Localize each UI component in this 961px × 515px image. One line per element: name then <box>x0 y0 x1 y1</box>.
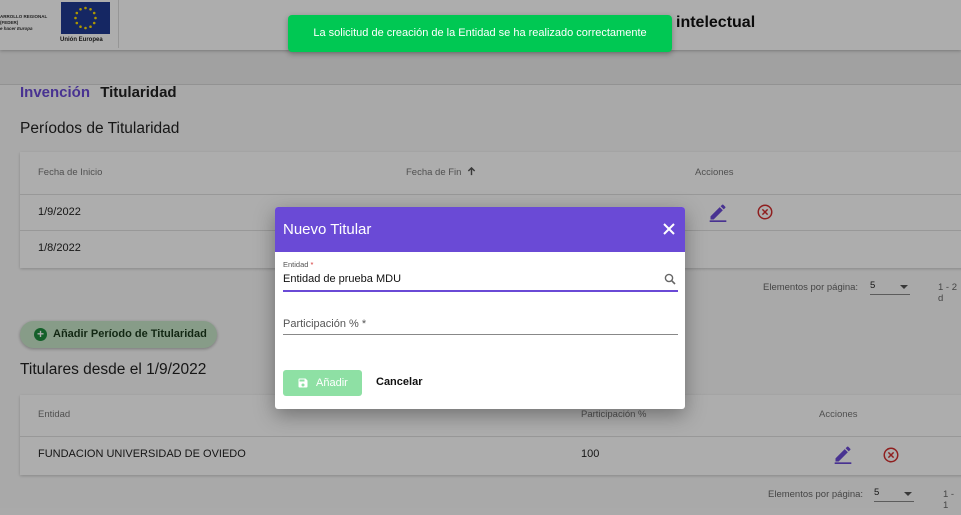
new-holder-dialog: Nuevo Titular Entidad * Entidad de prueb… <box>275 207 685 409</box>
add-button[interactable]: Añadir <box>283 370 362 396</box>
participation-field-underline <box>283 334 678 335</box>
required-mark: * <box>310 260 314 269</box>
entity-input[interactable]: Entidad de prueba MDU <box>283 273 401 285</box>
entity-label-text: Entidad <box>283 260 309 269</box>
close-icon[interactable] <box>661 221 677 237</box>
success-toast: La solicitud de creación de la Entidad s… <box>288 15 672 52</box>
cancel-button[interactable]: Cancelar <box>376 376 422 388</box>
search-icon[interactable] <box>664 273 676 285</box>
participation-input[interactable]: Participación % * <box>283 318 366 330</box>
save-icon <box>298 378 308 388</box>
entity-field-label: Entidad * <box>283 260 313 269</box>
add-button-label: Añadir <box>316 377 348 389</box>
dialog-title: Nuevo Titular <box>283 221 372 238</box>
entity-field-underline <box>283 290 678 292</box>
dialog-header: Nuevo Titular <box>275 207 685 252</box>
